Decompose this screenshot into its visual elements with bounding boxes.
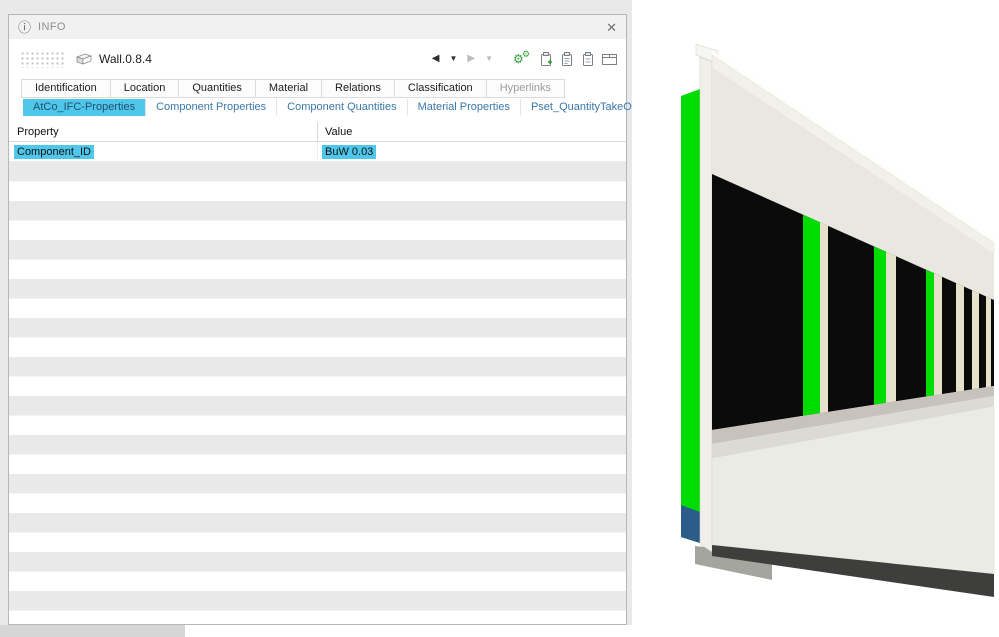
empty-rows (9, 162, 626, 624)
tab-component-quantities[interactable]: Component Quantities (277, 99, 408, 116)
clipboard-copy-icon-3[interactable] (580, 51, 596, 68)
tab-material-properties[interactable]: Material Properties (408, 99, 521, 116)
wall-end-stud-green (681, 89, 700, 543)
wall-stud-green-2 (874, 246, 886, 405)
property-value: BuW 0.03 (322, 144, 377, 159)
clipboard-copy-icon-1[interactable] (538, 51, 554, 68)
previous-object-button[interactable]: ◀ (432, 54, 440, 64)
wall-stud-cream-6 (986, 296, 991, 388)
tab-component-properties[interactable]: Component Properties (146, 99, 278, 116)
tab-identification[interactable]: Identification (21, 79, 111, 98)
tab-quantities[interactable]: Quantities (178, 79, 256, 98)
wall-object-icon (75, 52, 93, 66)
tab-pset-quantitytakeoff[interactable]: Pset_QuantityTakeOff (521, 99, 648, 116)
table-row[interactable]: Component_ID BuW 0.03 (9, 142, 626, 162)
wall-stud-cream-2 (886, 251, 896, 403)
tab-relations[interactable]: Relations (321, 79, 395, 98)
category-tabs: Identification Location Quantities Mater… (9, 79, 626, 98)
info-icon: ⓘ (18, 19, 32, 35)
tab-classification[interactable]: Classification (393, 79, 487, 98)
value-cell: BuW 0.03 (318, 142, 626, 161)
close-button[interactable]: ✕ (606, 21, 617, 34)
property-cell: Component_ID (9, 142, 318, 161)
next-object-button[interactable]: ▶ (467, 54, 475, 64)
statusbar-mid (185, 625, 632, 637)
drag-grip-handle[interactable] (19, 50, 65, 68)
screen: ⓘ INFO ✕ Wall.0.8.4 ◀ ▼ ▶ ▼ ⚙ ⚙ Identifi… (0, 0, 999, 637)
3d-viewport[interactable] (632, 0, 999, 637)
clipboard-copy-icon-2[interactable] (559, 51, 575, 68)
table-header: Property Value (9, 122, 626, 142)
property-name: Component_ID (14, 144, 94, 159)
settings-gears-icon[interactable]: ⚙ ⚙ (513, 50, 533, 68)
gear-icon: ⚙ (522, 49, 531, 59)
window-layout-icon[interactable] (601, 52, 618, 67)
tab-hyperlinks[interactable]: Hyperlinks (485, 79, 566, 98)
column-header-value[interactable]: Value (318, 122, 626, 141)
tab-material[interactable]: Material (254, 79, 323, 98)
wall-stud-cream-5 (972, 290, 979, 390)
window-titlebar[interactable]: ⓘ INFO ✕ (9, 15, 626, 39)
object-toolbar: Wall.0.8.4 ◀ ▼ ▶ ▼ ⚙ ⚙ (9, 39, 626, 79)
wall-3d-model (681, 43, 995, 597)
tab-atco-ifc-properties[interactable]: AtCo_IFC-Properties (23, 99, 147, 116)
object-name: Wall.0.8.4 (99, 52, 152, 66)
column-header-property[interactable]: Property (9, 122, 318, 141)
object-list-dropdown[interactable]: ▼ (449, 55, 457, 63)
window-title: INFO (38, 21, 66, 33)
history-dropdown[interactable]: ▼ (485, 55, 493, 63)
tab-location[interactable]: Location (109, 79, 180, 98)
wall-stud-green-3 (926, 269, 934, 397)
wall-stud-cream-3 (934, 273, 942, 396)
wall-stud-cream-1 (820, 222, 828, 414)
wall-stud-green-1 (803, 214, 820, 416)
info-window: ⓘ INFO ✕ Wall.0.8.4 ◀ ▼ ▶ ▼ ⚙ ⚙ Identifi… (8, 14, 638, 625)
wall-left-end-face (699, 56, 713, 553)
statusbar-left (0, 625, 185, 637)
wall-stud-cream-4 (956, 283, 964, 392)
property-set-tabs: AtCo_IFC-Properties Component Properties… (9, 99, 638, 116)
